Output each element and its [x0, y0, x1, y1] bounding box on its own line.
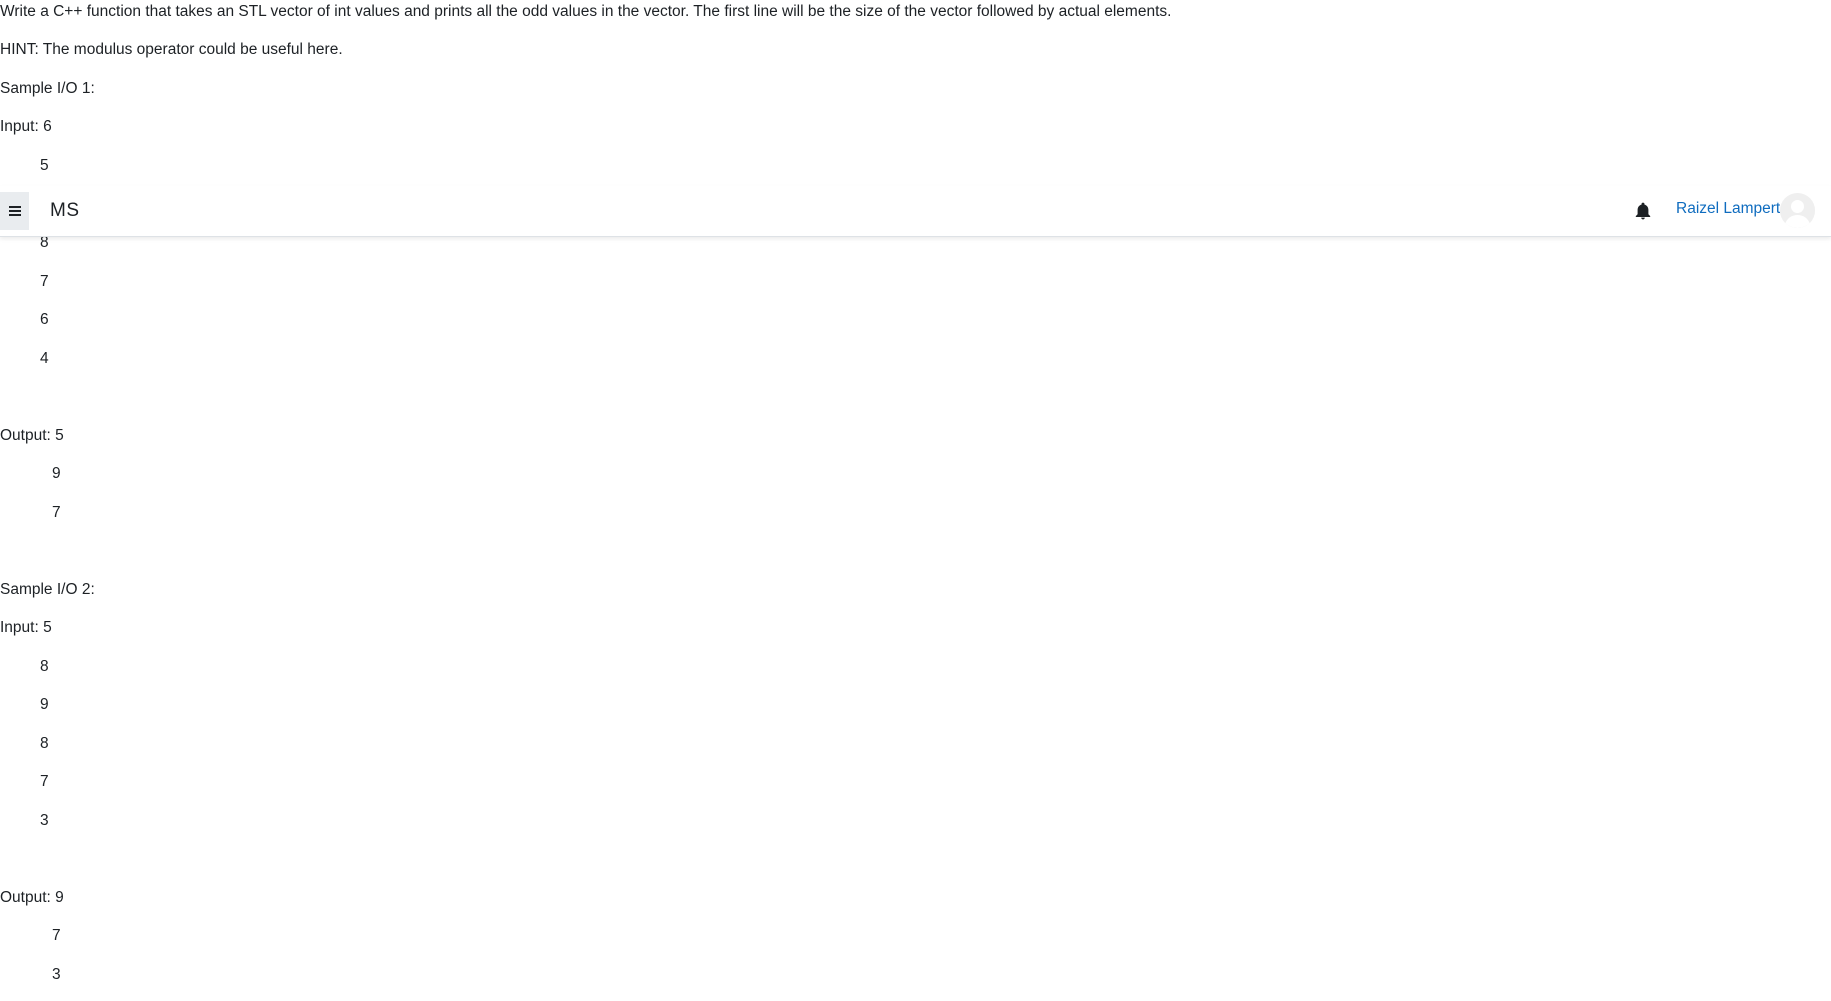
bell-icon[interactable]	[1634, 202, 1652, 220]
problem-statement: Write a C++ function that takes an STL v…	[0, 3, 1172, 20]
sample2-input-value: 8	[40, 658, 49, 675]
user-avatar[interactable]	[1780, 193, 1815, 228]
hamburger-icon	[8, 206, 21, 216]
sample1-output-value: 9	[52, 465, 61, 482]
sample1-input-label: Input: 6	[0, 118, 52, 135]
top-navbar: MS Raizel Lampert	[0, 186, 1831, 237]
sample1-input-value: 6	[40, 311, 49, 328]
sample2-input-label: Input: 5	[0, 619, 52, 636]
sample1-input-value: 5	[40, 157, 49, 174]
sample1-input-value: 7	[40, 273, 49, 290]
sample1-output-value: 7	[52, 504, 61, 521]
problem-content: Write a C++ function that takes an STL v…	[0, 0, 1831, 1001]
sample2-output-label: Output: 9	[0, 889, 64, 906]
sample2-input-value: 3	[40, 812, 49, 829]
sample2-input-value: 9	[40, 696, 49, 713]
sample2-heading: Sample I/O 2:	[0, 581, 95, 598]
sample1-heading: Sample I/O 1:	[0, 80, 95, 97]
sample2-input-value: 8	[40, 735, 49, 752]
sample2-input-value: 7	[40, 773, 49, 790]
user-menu-name[interactable]: Raizel Lampert	[1676, 200, 1780, 218]
problem-hint: HINT: The modulus operator could be usef…	[0, 41, 343, 58]
sample2-output-value: 3	[52, 966, 61, 983]
sample1-output-label: Output: 5	[0, 427, 64, 444]
sample2-output-value: 7	[52, 927, 61, 944]
drawer-toggle-button[interactable]	[0, 192, 29, 230]
avatar-icon	[1780, 193, 1815, 228]
site-brand[interactable]: MS	[50, 200, 80, 222]
sample1-input-value: 4	[40, 350, 49, 367]
